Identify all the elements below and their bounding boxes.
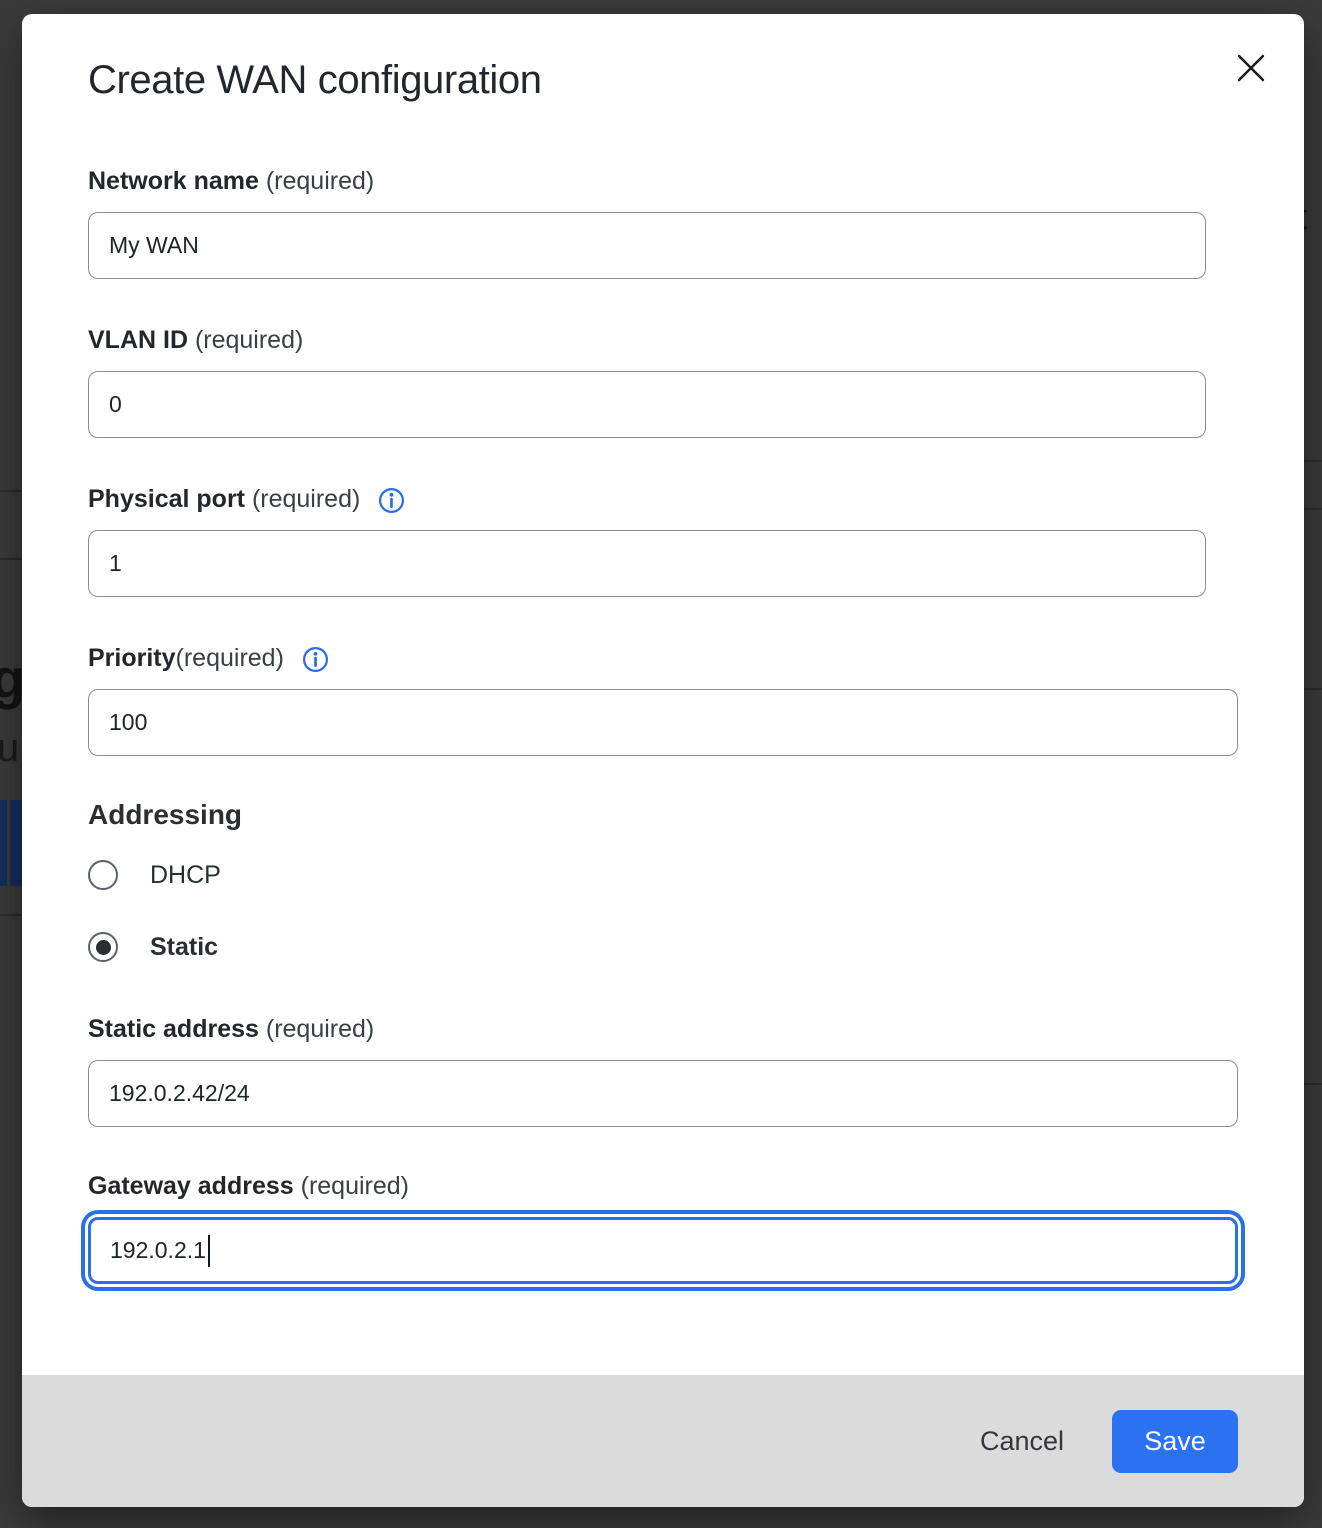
backdrop-table-line [1303,688,1322,690]
dialog-footer: Cancel Save [22,1375,1304,1507]
gateway-address-input[interactable]: 192.0.2.1 [88,1217,1238,1284]
addressing-option-static[interactable]: Static [88,932,1238,962]
backdrop-table-line [1303,460,1322,462]
network-name-field: Network name (required) [88,166,1238,279]
network-name-input[interactable] [88,212,1206,279]
dialog-title: Create WAN configuration [88,56,1238,104]
priority-input[interactable] [88,689,1238,756]
physical-port-input[interactable] [88,530,1206,597]
cancel-button[interactable]: Cancel [980,1426,1064,1457]
dhcp-radio-label: DHCP [150,861,221,890]
static-address-field: Static address (required) [88,1014,1238,1127]
close-icon [1232,49,1270,90]
backdrop-table-line [1303,508,1322,510]
vlan-id-field: VLAN ID (required) [88,325,1238,438]
text-cursor [208,1235,211,1267]
save-button[interactable]: Save [1112,1410,1238,1473]
close-button[interactable] [1230,48,1272,90]
vlan-id-input[interactable] [88,371,1206,438]
gateway-address-label: Gateway address (required) [88,1171,1238,1201]
create-wan-configuration-dialog: Create WAN configuration Network name (r… [22,14,1304,1507]
physical-port-field: Physical port (required) [88,484,1238,597]
gateway-address-value: 192.0.2.1 [110,1237,206,1264]
network-name-label: Network name (required) [88,166,1238,196]
backdrop-table-line [1303,1083,1322,1085]
priority-label: Priority(required) [88,643,1238,673]
backdrop-button-fragment [0,800,22,886]
physical-port-label: Physical port (required) [88,484,1238,514]
backdrop-table-line [0,490,22,492]
backdrop-table-line [0,914,22,916]
priority-field: Priority(required) [88,643,1238,756]
static-address-input[interactable] [88,1060,1238,1127]
addressing-option-dhcp[interactable]: DHCP [88,860,1238,890]
static-radio[interactable] [88,932,118,962]
static-address-label: Static address (required) [88,1014,1238,1044]
backdrop-text-fragment: u [0,726,19,771]
vlan-id-label: VLAN ID (required) [88,325,1238,355]
info-icon[interactable] [302,646,329,673]
addressing-heading: Addressing [88,798,1238,832]
static-radio-label: Static [150,933,218,962]
gateway-address-field: Gateway address (required) 192.0.2.1 [88,1171,1238,1284]
info-icon[interactable] [378,487,405,514]
backdrop-table-line [0,558,22,560]
dhcp-radio[interactable] [88,860,118,890]
